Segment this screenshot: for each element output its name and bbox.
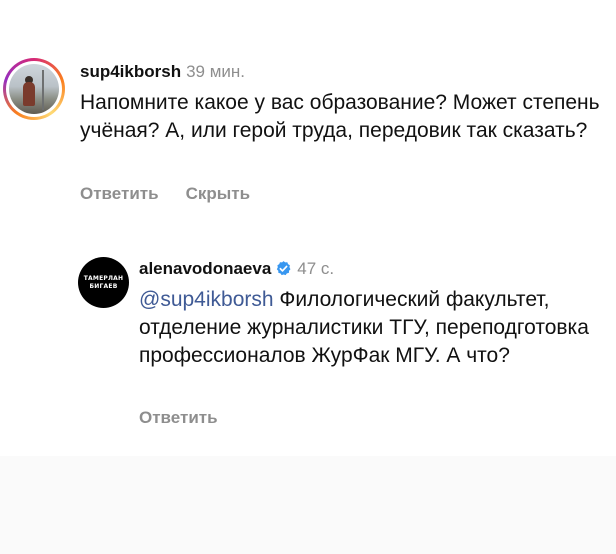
username[interactable]: alenavodonaeva <box>139 259 271 278</box>
mention-link[interactable]: @sup4ikborsh <box>139 288 274 311</box>
comment-text: @sup4ikborsh Филологический факультет, о… <box>139 286 609 370</box>
avatar[interactable]: ТАМЕРЛАН БИГАЕВ <box>78 257 129 308</box>
reply-button[interactable]: Ответить <box>139 408 218 427</box>
comment-text: Напомните какое у вас образование? Может… <box>80 91 600 142</box>
verified-badge-icon <box>277 261 291 276</box>
comment-header: sup4ikborsh 39 мин. <box>80 62 245 82</box>
comment-header: alenavodonaeva 47 с. <box>139 259 334 279</box>
avatar <box>9 64 59 114</box>
comment-actions: Ответить <box>139 408 245 428</box>
avatar-text-line: БИГАЕВ <box>89 282 118 290</box>
timestamp: 39 мин. <box>186 62 246 81</box>
reply-button[interactable]: Ответить <box>80 184 159 203</box>
comments-panel: sup4ikborsh 39 мин. Напомните какое у вас… <box>0 0 616 456</box>
avatar-story-ring[interactable] <box>3 58 65 120</box>
timestamp: 47 с. <box>297 259 335 278</box>
hide-button[interactable]: Скрыть <box>186 184 250 203</box>
username[interactable]: sup4ikborsh <box>80 62 181 81</box>
comment-actions: Ответить Скрыть <box>80 184 277 204</box>
avatar-text-line: ТАМЕРЛАН <box>83 274 124 282</box>
